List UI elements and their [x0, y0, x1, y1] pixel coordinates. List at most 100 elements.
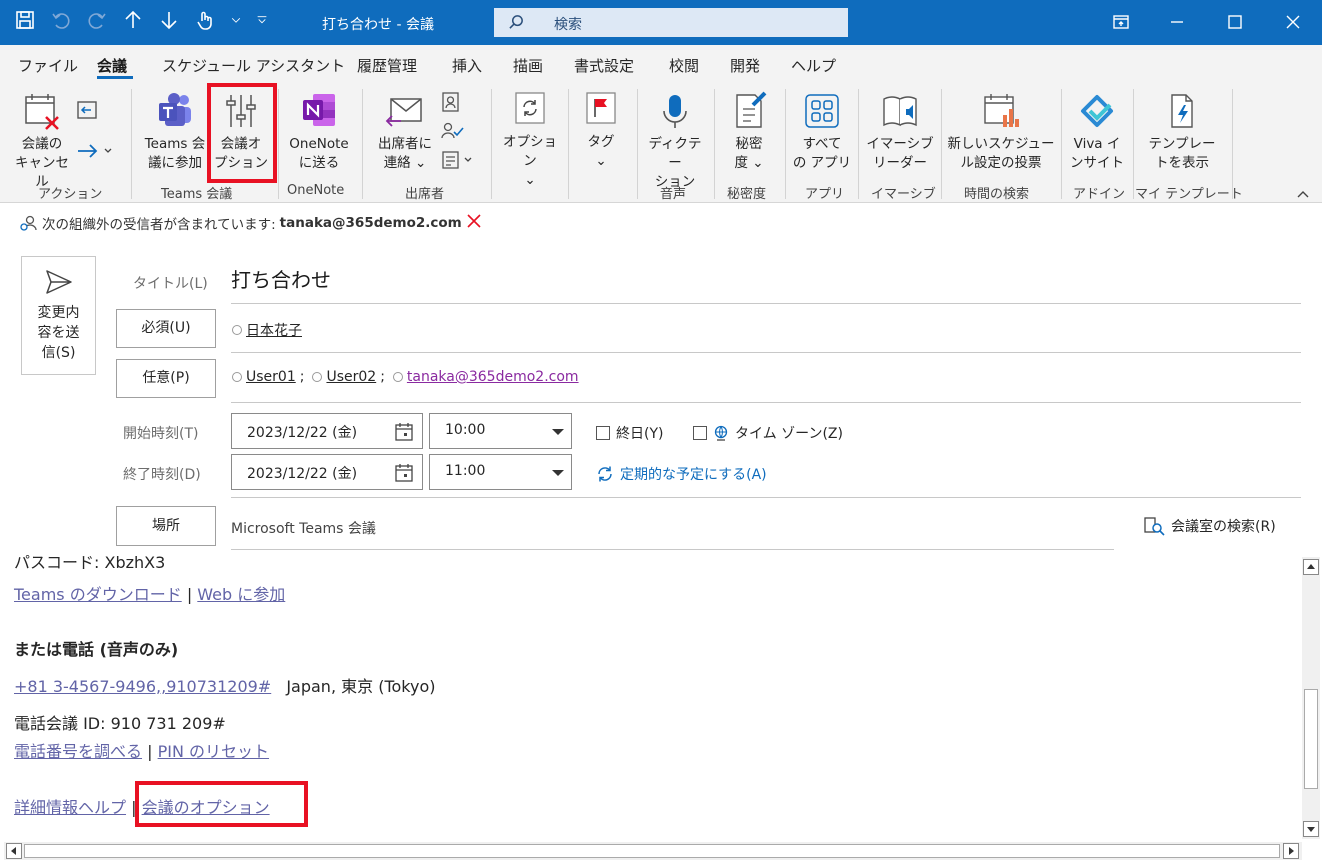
- make-recurring-button[interactable]: 定期的な予定にする(A): [596, 464, 767, 484]
- viva-insights-button[interactable]: Viva イ ンサイト: [1066, 91, 1128, 173]
- down-arrow-icon[interactable]: [158, 9, 180, 35]
- close-button[interactable]: [1278, 8, 1308, 36]
- scroll-down-arrow-icon[interactable]: [1303, 821, 1319, 837]
- tab-scheduling-assistant[interactable]: スケジュール アシスタント: [162, 55, 345, 76]
- group-label-teams: Teams 会議: [161, 187, 233, 202]
- required-attendees-button[interactable]: 必須(U): [116, 309, 216, 348]
- check-names-icon[interactable]: [441, 120, 465, 146]
- quick-access-toolbar: [14, 9, 268, 35]
- reset-pin-link[interactable]: PIN のリセット: [158, 742, 269, 761]
- group-label-actions: アクション: [38, 187, 103, 202]
- external-recipient-notice: 次の組織外の受信者が含まれています: tanaka@365demo2.com: [20, 213, 482, 233]
- highlight-meeting-options-link: [135, 781, 308, 827]
- all-apps-button[interactable]: すべて の アプリ: [792, 91, 852, 173]
- dropdown-arrow-icon: [552, 470, 564, 476]
- tab-insert[interactable]: 挿入: [452, 55, 482, 76]
- calendar-cancel-icon: [25, 94, 59, 130]
- learn-more-help-link[interactable]: 詳細情報ヘルプ: [14, 798, 126, 817]
- attendee-name-external[interactable]: tanaka@365demo2.com: [407, 369, 579, 385]
- all-day-checkbox[interactable]: 終日(Y): [596, 423, 663, 443]
- close-icon: [1286, 15, 1300, 29]
- optional-attendees-field[interactable]: User01; User02; tanaka@365demo2.com: [232, 369, 579, 385]
- end-date-picker[interactable]: 2023/12/22 (金): [231, 454, 423, 490]
- mail-reply-icon: [385, 98, 422, 127]
- start-date-picker[interactable]: 2023/12/22 (金): [231, 413, 423, 449]
- address-book-icon[interactable]: [441, 91, 461, 117]
- minimize-button[interactable]: [1162, 8, 1192, 36]
- room-finder-button[interactable]: 会議室の検索(R): [1143, 516, 1276, 536]
- forward-icon[interactable]: [76, 99, 100, 127]
- send-update-button[interactable]: 変更内 容を送 信(S): [21, 256, 96, 375]
- new-scheduling-poll-button[interactable]: 新しいスケジュー ル設定の投票: [946, 91, 1056, 173]
- join-on-web-link[interactable]: Web に参加: [197, 585, 285, 604]
- tag-button[interactable]: タグ ⌄: [572, 89, 630, 171]
- search-box[interactable]: 検索: [494, 8, 848, 37]
- globe-icon: [714, 425, 728, 441]
- external-recipient-email: tanaka@365demo2.com: [279, 215, 462, 231]
- tab-help[interactable]: ヘルプ: [791, 55, 836, 76]
- title-bar: 打ち合わせ - 会議 検索: [0, 0, 1322, 45]
- tab-tracking[interactable]: 履歴管理: [357, 55, 417, 76]
- dismiss-notice-icon[interactable]: [466, 213, 482, 233]
- up-arrow-icon[interactable]: [122, 9, 144, 35]
- calendar-icon: [395, 464, 413, 482]
- templates-icon: [1171, 94, 1193, 128]
- view-templates-button[interactable]: テンプレー トを表示: [1140, 91, 1224, 173]
- horizontal-scroll-thumb[interactable]: [24, 844, 1280, 858]
- ribbon: 会議の キャンセル Teams 会 議に参加 会議オ プション OneNote …: [0, 83, 1322, 203]
- customize-qat-icon[interactable]: [256, 14, 268, 30]
- options-button[interactable]: オプション ⌄: [497, 89, 563, 190]
- tab-format[interactable]: 書式設定: [574, 55, 634, 76]
- send-to-onenote-button[interactable]: OneNote に送る: [284, 91, 354, 173]
- touch-mode-icon[interactable]: [194, 9, 216, 35]
- collapse-ribbon-icon[interactable]: [1296, 187, 1310, 203]
- contact-attendees-button[interactable]: 出席者に 連絡 ⌄: [368, 91, 442, 173]
- time-zone-checkbox[interactable]: タイム ゾーン(Z): [693, 423, 843, 443]
- phone-number-link[interactable]: +81 3-4567-9496,,910731209#: [14, 677, 271, 696]
- scroll-up-arrow-icon[interactable]: [1303, 559, 1319, 575]
- search-placeholder: 検索: [554, 17, 582, 33]
- find-local-number-link[interactable]: 電話番号を調べる: [14, 742, 142, 761]
- save-icon[interactable]: [14, 9, 36, 35]
- scroll-thumb[interactable]: [1304, 689, 1318, 789]
- sensitivity-button[interactable]: 秘密 度 ⌄: [720, 91, 778, 173]
- vertical-scrollbar[interactable]: [1302, 557, 1320, 839]
- response-options-icon[interactable]: [441, 149, 477, 175]
- required-attendees-field[interactable]: 日本花子: [232, 320, 302, 340]
- chevron-down-icon[interactable]: [230, 14, 242, 30]
- teams-download-link[interactable]: Teams のダウンロード: [14, 585, 182, 604]
- join-teams-meeting-button[interactable]: Teams 会 議に参加: [138, 91, 212, 173]
- start-time-dropdown[interactable]: 10:00: [429, 413, 572, 449]
- external-user-icon: [20, 215, 37, 231]
- tab-meeting[interactable]: 会議: [97, 55, 127, 76]
- horizontal-scrollbar[interactable]: [4, 842, 1302, 860]
- redo-icon[interactable]: [86, 9, 108, 35]
- ribbon-display-icon: [1113, 15, 1129, 29]
- group-label-onenote: OneNote: [287, 183, 345, 198]
- scroll-right-arrow-icon[interactable]: [1283, 843, 1299, 859]
- forward-arrow-icon[interactable]: [76, 139, 116, 167]
- cancel-meeting-button[interactable]: 会議の キャンセル: [10, 91, 74, 192]
- teams-icon: [159, 93, 191, 126]
- ribbon-display-button[interactable]: [1106, 8, 1136, 36]
- tab-developer[interactable]: 開発: [730, 55, 760, 76]
- download-links-line: Teams のダウンロード | Web に参加: [14, 585, 286, 604]
- scroll-left-arrow-icon[interactable]: [6, 843, 22, 859]
- tab-draw[interactable]: 描画: [513, 55, 543, 76]
- end-time-dropdown[interactable]: 11:00: [429, 454, 572, 490]
- tab-file[interactable]: ファイル: [18, 55, 78, 76]
- title-label: タイトル(L): [133, 276, 208, 292]
- location-button[interactable]: 場所: [116, 506, 216, 546]
- dictate-button[interactable]: ディクテー ション: [642, 91, 708, 192]
- attendee-name[interactable]: User02: [326, 369, 376, 385]
- attendee-name[interactable]: 日本花子: [246, 320, 302, 340]
- optional-attendees-button[interactable]: 任意(P): [116, 359, 216, 398]
- title-input[interactable]: 打ち合わせ: [231, 264, 331, 293]
- tab-review[interactable]: 校閲: [669, 55, 699, 76]
- location-input[interactable]: Microsoft Teams 会議: [231, 518, 376, 538]
- maximize-button[interactable]: [1220, 8, 1250, 36]
- undo-icon[interactable]: [50, 9, 72, 35]
- immersive-reader-button[interactable]: イマーシブ リーダー: [863, 91, 937, 173]
- attendee-name[interactable]: User01: [246, 369, 296, 385]
- highlight-meeting-options: [207, 83, 277, 183]
